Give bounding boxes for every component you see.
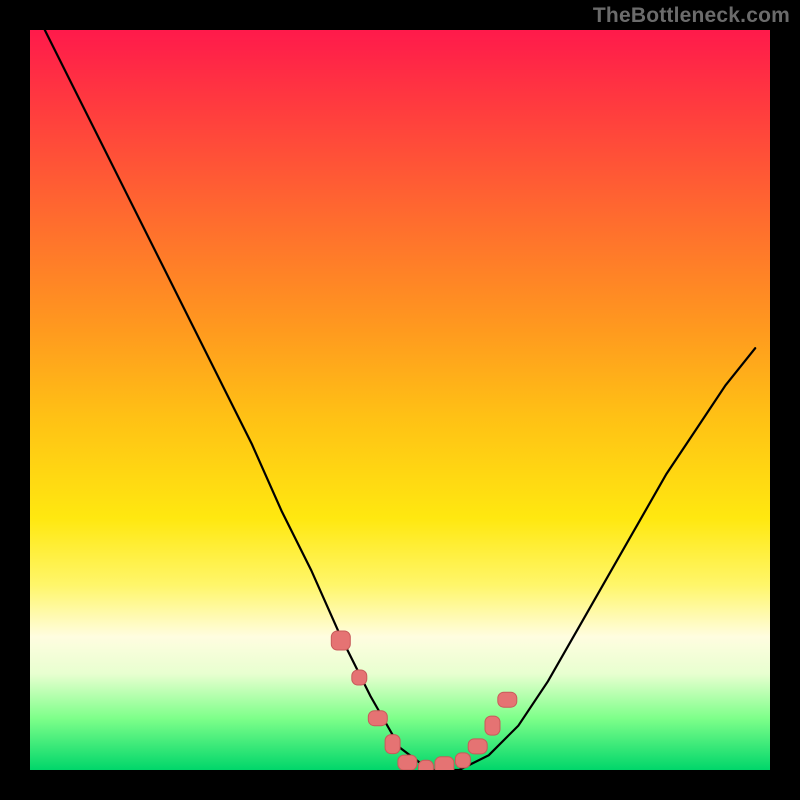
- highlight-marker: [485, 716, 500, 735]
- curve-layer: [30, 30, 770, 770]
- highlight-marker: [418, 760, 433, 770]
- highlight-marker: [385, 735, 400, 754]
- watermark-text: TheBottleneck.com: [593, 4, 790, 28]
- plot-area: [30, 30, 770, 770]
- chart-frame: TheBottleneck.com: [0, 0, 800, 800]
- highlight-marker: [468, 739, 487, 754]
- highlight-marker: [435, 757, 454, 770]
- marker-layer: [30, 30, 770, 770]
- bottleneck-curve: [45, 30, 755, 770]
- highlight-marker: [331, 631, 350, 650]
- highlight-marker: [455, 753, 470, 768]
- highlight-marker: [368, 711, 387, 726]
- highlight-marker: [352, 670, 367, 685]
- highlight-marker: [398, 755, 417, 770]
- highlight-marker: [498, 692, 517, 707]
